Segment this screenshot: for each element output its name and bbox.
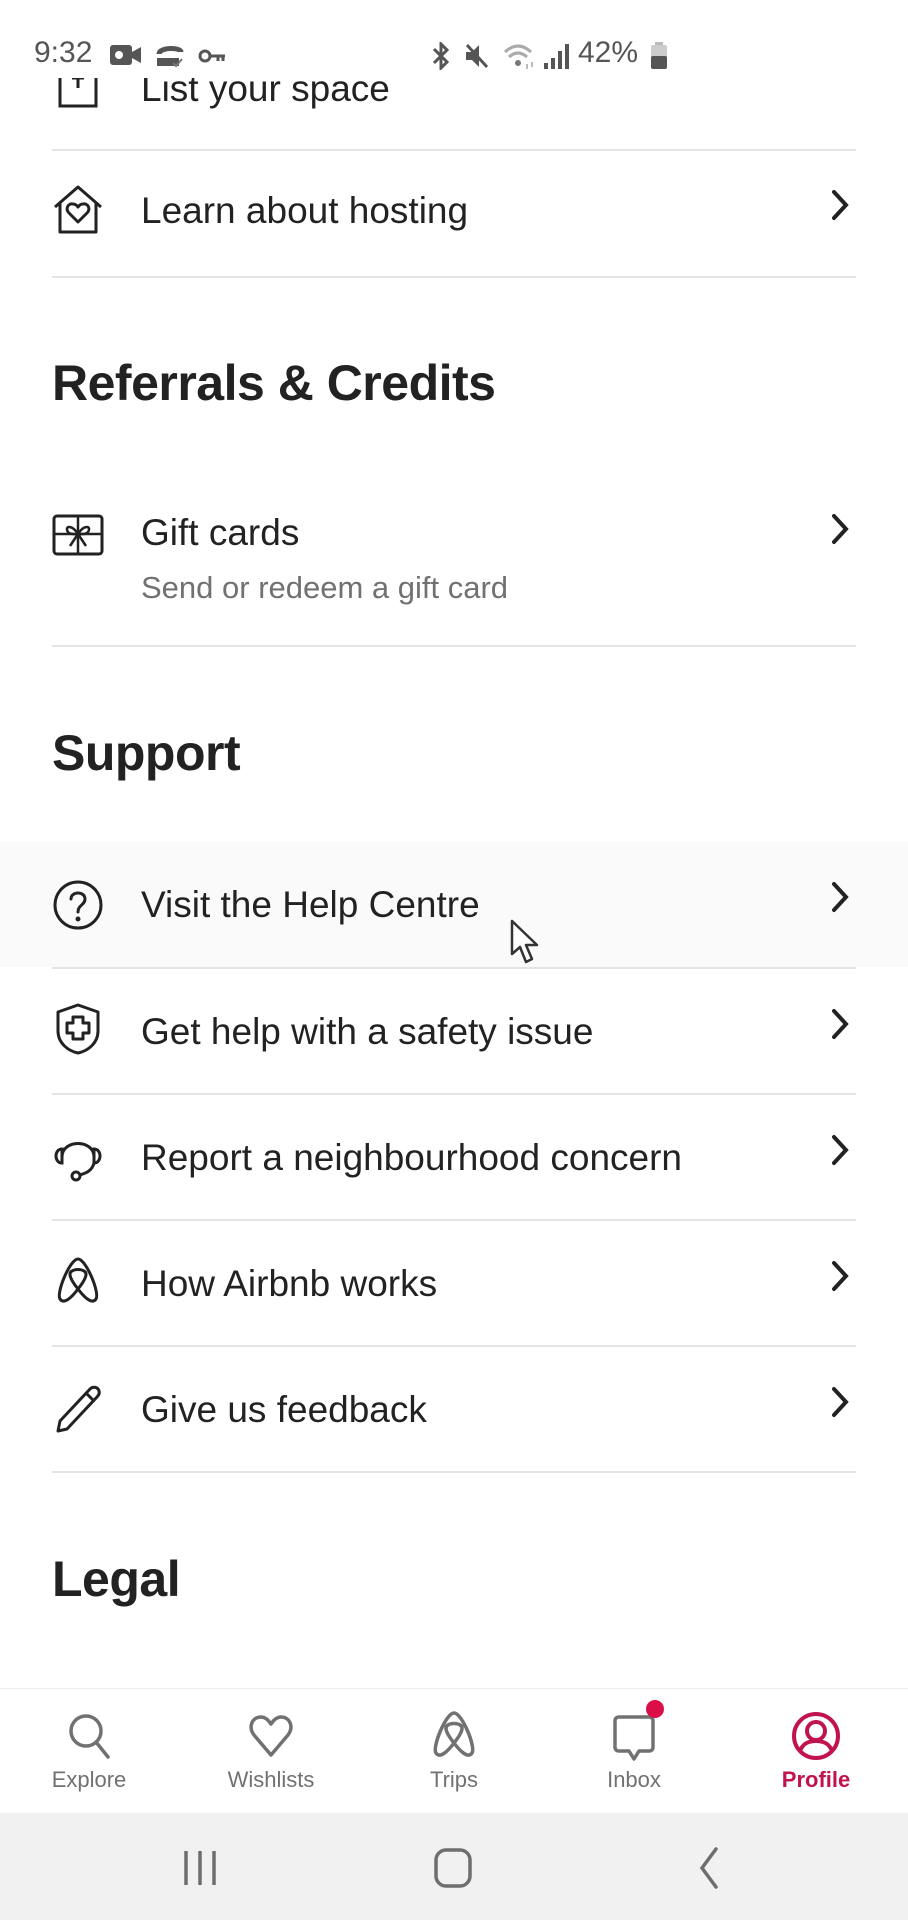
battery-icon [651, 42, 667, 69]
chevron-right-icon [832, 1009, 849, 1039]
list-item-label: Visit the Help Centre [141, 884, 480, 925]
list-item-gift-cards[interactable]: Gift cards Send or redeem a gift card [0, 488, 908, 644]
bottom-navigation: Explore Wishlists Trips Inbox Profile [0, 1688, 908, 1814]
heart-icon [249, 1715, 293, 1757]
wifi-icon [503, 44, 533, 69]
chevron-right-icon [832, 1387, 849, 1417]
list-item-label: Get help with a safety issue [141, 1011, 594, 1052]
chevron-right-icon [832, 882, 849, 912]
list-item-how-airbnb-works[interactable]: How Airbnb works [0, 1221, 908, 1345]
mouse-cursor-icon [510, 919, 539, 964]
search-icon [69, 1714, 110, 1759]
inbox-unread-badge [646, 1700, 664, 1718]
list-item-label: Learn about hosting [141, 190, 469, 231]
gift-card-icon [52, 514, 104, 556]
nav-label: Explore [51, 1767, 127, 1792]
sync-icon [156, 46, 184, 68]
chevron-right-icon [832, 514, 849, 544]
headset-icon [54, 1142, 102, 1182]
status-time: 9:32 [34, 36, 93, 69]
list-item-label: How Airbnb works [141, 1263, 438, 1304]
chevron-right-icon [832, 190, 849, 220]
user-circle-icon [792, 1712, 840, 1760]
battery-percent: 42% [578, 36, 639, 69]
chevron-right-icon [832, 1135, 849, 1165]
recent-apps-icon[interactable] [170, 1843, 230, 1893]
signal-icon [544, 44, 569, 69]
question-circle-icon [53, 880, 103, 930]
section-heading-legal: Legal [52, 1551, 181, 1607]
home-icon[interactable] [423, 1843, 483, 1893]
nav-tab-explore[interactable]: Explore [9, 1689, 169, 1814]
section-heading-referrals: Referrals & Credits [52, 355, 496, 411]
list-item-label: Give us feedback [141, 1389, 427, 1430]
nav-tab-trips[interactable]: Trips [374, 1689, 534, 1814]
back-icon[interactable] [678, 1843, 738, 1893]
nav-label: Inbox [607, 1767, 661, 1792]
nav-tab-wishlists[interactable]: Wishlists [191, 1689, 351, 1814]
nav-tab-inbox[interactable]: Inbox [554, 1689, 714, 1814]
list-item-label: Report a neighbourhood concern [141, 1137, 682, 1178]
shield-cross-icon [56, 1003, 100, 1055]
airbnb-logo-icon [57, 1257, 99, 1303]
chevron-right-icon [832, 1261, 849, 1291]
status-bar: 9:32 42% [0, 0, 908, 78]
divider [52, 276, 856, 278]
nav-label: Wishlists [227, 1767, 315, 1792]
bluetooth-icon [432, 42, 450, 70]
house-heart-icon [54, 185, 102, 234]
divider [52, 645, 856, 647]
video-call-icon [110, 45, 141, 65]
list-item-learn-about-hosting[interactable]: Learn about hosting [0, 152, 908, 276]
list-item-report-neighbourhood[interactable]: Report a neighbourhood concern [0, 1095, 908, 1219]
list-item-give-feedback[interactable]: Give us feedback [0, 1347, 908, 1471]
divider [52, 1471, 856, 1473]
list-item-visit-help-centre[interactable]: Visit the Help Centre [0, 842, 908, 967]
mute-icon [465, 43, 489, 69]
list-item-subtitle: Send or redeem a gift card [141, 570, 509, 605]
vpn-key-icon [198, 49, 225, 63]
pencil-icon [56, 1385, 101, 1433]
section-heading-support: Support [52, 725, 241, 781]
list-item-safety-issue[interactable]: Get help with a safety issue [0, 969, 908, 1093]
divider [52, 149, 856, 151]
nav-tab-profile[interactable]: Profile [736, 1689, 896, 1814]
airbnb-logo-icon [433, 1711, 475, 1757]
system-navigation-bar [0, 1813, 908, 1920]
list-item-label: Gift cards [141, 512, 300, 553]
nav-label: Profile [781, 1767, 851, 1792]
nav-label: Trips [429, 1767, 479, 1792]
